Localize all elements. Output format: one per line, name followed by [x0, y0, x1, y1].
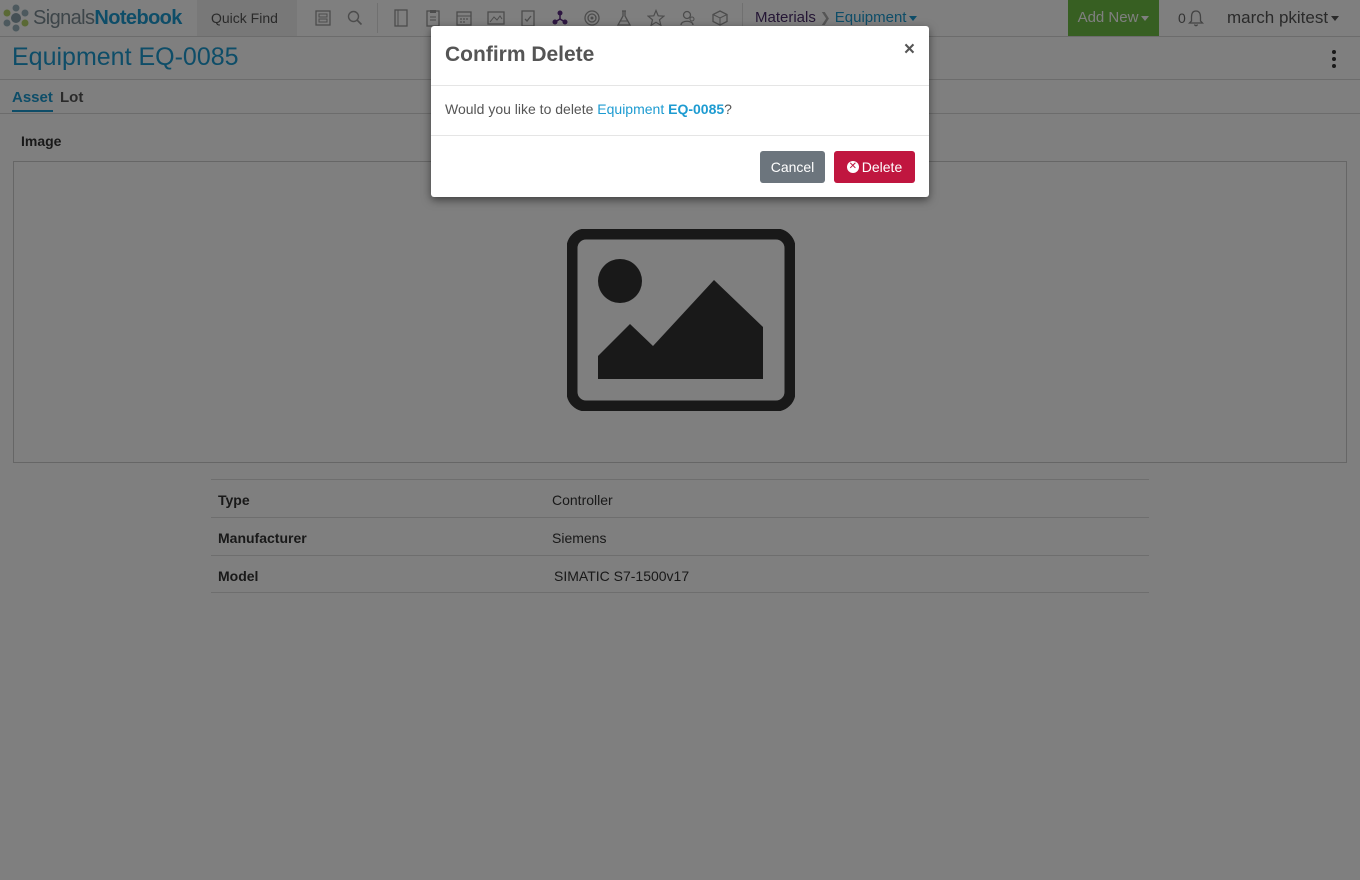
close-icon[interactable]: ×	[904, 40, 915, 59]
question-mark: ?	[724, 101, 732, 117]
delete-label: Delete	[861, 159, 903, 175]
times-circle-icon: ✕	[846, 161, 859, 173]
modal-footer: Cancel ✕ Delete	[431, 135, 929, 197]
modal-body: Would you like to delete Equipment EQ-00…	[445, 101, 732, 117]
confirm-delete-dialog: Confirm Delete × Would you like to delet…	[431, 26, 929, 197]
confirm-message: Would you like to delete	[445, 101, 598, 117]
equipment-id: EQ-0085	[668, 101, 725, 117]
modal-title: Confirm Delete	[445, 43, 595, 66]
equipment-type: Equipment	[597, 101, 665, 117]
modal-header: Confirm Delete ×	[431, 26, 929, 86]
delete-button[interactable]: ✕ Delete	[834, 151, 915, 183]
equipment-link[interactable]: Equipment EQ-0085	[597, 101, 724, 117]
cancel-button[interactable]: Cancel	[760, 151, 825, 183]
